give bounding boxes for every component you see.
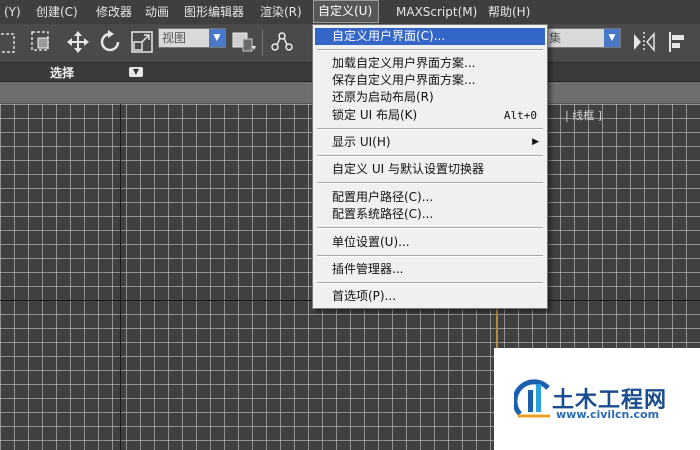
menu-item-show-ui[interactable]: 显示 UI(H) ▶ <box>315 134 545 151</box>
scale-icon[interactable] <box>128 28 156 56</box>
reference-coordinate-value: 视图 <box>162 31 187 45</box>
menu-item-label: 还原为启动布局(R) <box>332 90 434 104</box>
viewport-shading-label[interactable]: | 线框 ] <box>565 107 602 123</box>
menu-separator <box>317 182 543 184</box>
menu-partial-y[interactable]: (Y) <box>0 0 25 24</box>
menu-item-units-setup[interactable]: 单位设置(U)... <box>315 234 545 251</box>
menu-item-label: 自定义 UI 与默认设置切换器 <box>332 162 484 176</box>
ribbon-select-label[interactable]: 选择 <box>50 64 74 81</box>
menu-bar: (Y) 创建(C) 修改器 动画 图形编辑器 渲染(R) 自定义(U) MAXS… <box>0 0 700 25</box>
menu-separator <box>317 155 543 157</box>
toolbar-divider <box>262 30 263 56</box>
menu-item-label: 加载自定义用户界面方案... <box>332 56 476 70</box>
chevron-down-icon[interactable]: ▼ <box>129 67 143 77</box>
menu-maxscript[interactable]: MAXScript(M) <box>392 0 481 24</box>
submenu-arrow-icon: ▶ <box>532 137 539 147</box>
align-icon[interactable] <box>664 28 692 56</box>
menu-create[interactable]: 创建(C) <box>32 0 82 24</box>
chevron-down-icon: ▼ <box>209 29 225 47</box>
menu-item-load-ui-scheme[interactable]: 加载自定义用户界面方案... <box>315 55 545 72</box>
rotate-icon[interactable] <box>96 28 124 56</box>
menu-item-label: 锁定 UI 布局(K) <box>332 108 418 122</box>
menu-separator <box>317 49 543 51</box>
menu-item-revert-startup-layout[interactable]: 还原为启动布局(R) <box>315 89 545 106</box>
select-manipulate-icon[interactable] <box>268 28 296 56</box>
menu-item-plugin-manager[interactable]: 插件管理器... <box>315 261 545 278</box>
menu-item-preferences[interactable]: 首选项(P)... <box>315 288 545 305</box>
menu-separator <box>317 282 543 284</box>
menu-item-shortcut: Alt+0 <box>503 109 537 122</box>
menu-graph-editors[interactable]: 图形编辑器 <box>180 0 248 24</box>
menu-item-ui-defaults-switcher[interactable]: 自定义 UI 与默认设置切换器 <box>315 161 545 178</box>
named-selection-value: 集 <box>549 31 562 45</box>
viewport-grid-axis <box>120 104 121 450</box>
menu-customize[interactable]: 自定义(U) <box>313 0 379 23</box>
menu-item-configure-user-paths[interactable]: 配置用户路径(C)... <box>315 189 545 206</box>
menu-item-save-ui-scheme[interactable]: 保存自定义用户界面方案... <box>315 72 545 89</box>
reference-coordinate-combo[interactable]: 视图 ▼ <box>158 28 226 48</box>
menu-item-label: 配置系统路径(C)... <box>332 207 434 221</box>
menu-item-label: 配置用户路径(C)... <box>332 190 434 204</box>
window-crossing-icon[interactable] <box>28 28 56 56</box>
menu-item-customize-ui[interactable]: 自定义用户界面(C)... <box>315 28 545 45</box>
menu-rendering[interactable]: 渲染(R) <box>256 0 306 24</box>
menu-item-label: 保存自定义用户界面方案... <box>332 73 476 87</box>
named-selection-combo[interactable]: 集 ▼ <box>545 28 621 48</box>
menu-animation[interactable]: 动画 <box>141 0 173 24</box>
menu-modifiers[interactable]: 修改器 <box>92 0 136 24</box>
menu-item-label: 自定义用户界面(C)... <box>332 29 446 43</box>
menu-separator <box>317 128 543 130</box>
select-region-icon[interactable] <box>0 28 20 56</box>
site-watermark: 土木工程网 www.civilcn.com <box>494 348 700 450</box>
menu-separator <box>317 227 543 229</box>
menu-separator <box>317 255 543 257</box>
pivot-center-icon[interactable] <box>230 28 258 56</box>
civilcn-logo-icon <box>514 379 550 418</box>
mirror-icon[interactable] <box>630 28 658 56</box>
menu-item-configure-system-paths[interactable]: 配置系统路径(C)... <box>315 206 545 223</box>
menu-item-label: 单位设置(U)... <box>332 235 410 249</box>
menu-item-lock-ui-layout[interactable]: 锁定 UI 布局(K) Alt+0 <box>315 107 545 124</box>
chevron-down-icon: ▼ <box>604 29 620 47</box>
move-icon[interactable] <box>64 28 92 56</box>
menu-help[interactable]: 帮助(H) <box>484 0 534 24</box>
watermark-url: www.civilcn.com <box>556 408 660 421</box>
customize-menu-dropdown: 自定义用户界面(C)... 加载自定义用户界面方案... 保存自定义用户界面方案… <box>312 24 548 309</box>
menu-item-label: 首选项(P)... <box>332 289 397 303</box>
menu-item-label: 插件管理器... <box>332 262 404 276</box>
menu-item-label: 显示 UI(H) <box>332 135 391 149</box>
